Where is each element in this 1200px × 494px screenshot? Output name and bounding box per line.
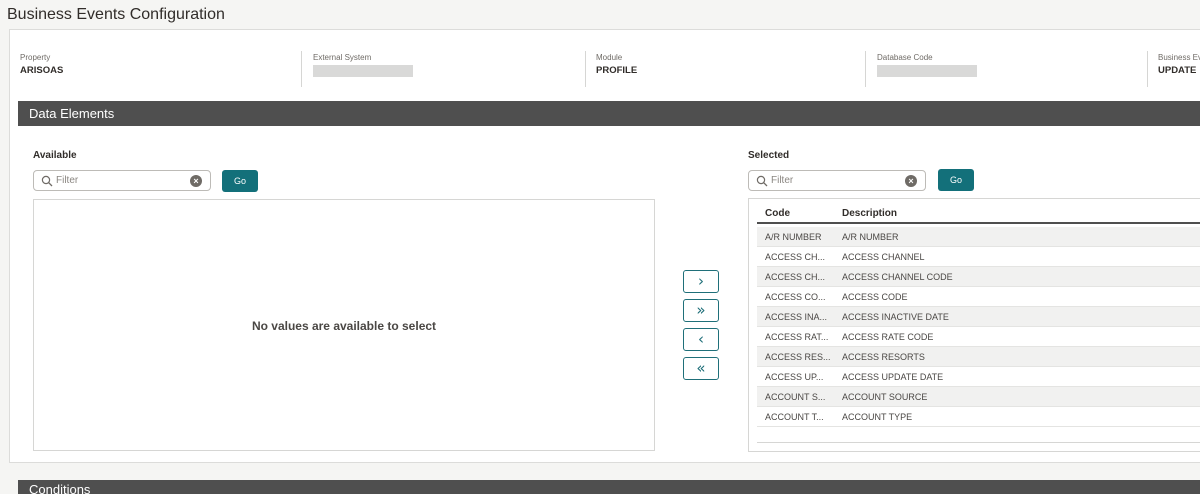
- divider: [585, 51, 586, 87]
- selected-go-button[interactable]: Go: [938, 169, 974, 191]
- info-value: UPDATE: [1158, 65, 1197, 76]
- clear-icon[interactable]: ×: [190, 175, 202, 187]
- table-header: Code Description: [757, 205, 1200, 224]
- cell-code: ACCESS UP...: [765, 372, 824, 382]
- info-external-system: External System: [313, 53, 413, 87]
- conditions-header: Conditions: [18, 480, 1200, 494]
- selected-label: Selected: [748, 150, 790, 161]
- info-value-placeholder: [877, 65, 977, 77]
- cell-code: ACCESS CO...: [765, 292, 826, 302]
- available-filter: ×: [33, 170, 211, 191]
- table-bottom-border: [757, 442, 1200, 443]
- table-row[interactable]: ACCESS CH... ACCESS CHANNEL: [757, 247, 1200, 267]
- cell-description: ACCOUNT TYPE: [842, 412, 913, 422]
- column-header-code[interactable]: Code: [765, 208, 790, 219]
- info-database-code: Database Code: [877, 53, 977, 87]
- table-row[interactable]: ACCOUNT S... ACCOUNT SOURCE: [757, 387, 1200, 407]
- remove-all-button[interactable]: «: [683, 357, 719, 380]
- info-label: Property: [20, 53, 51, 62]
- data-elements-header: Data Elements: [18, 101, 1200, 126]
- move-one-button[interactable]: ›: [683, 270, 719, 293]
- empty-message: No values are available to select: [251, 319, 437, 333]
- info-label: Module: [596, 53, 623, 62]
- table-row[interactable]: A/R NUMBER A/R NUMBER: [757, 227, 1200, 247]
- selected-filter: ×: [748, 170, 926, 191]
- remove-one-button[interactable]: ‹: [683, 328, 719, 351]
- info-value-placeholder: [313, 65, 413, 77]
- column-header-description[interactable]: Description: [842, 208, 897, 219]
- cell-description: ACCESS RATE CODE: [842, 332, 934, 342]
- cell-code: ACCOUNT S...: [765, 392, 826, 402]
- cell-description: ACCESS CHANNEL: [842, 252, 925, 262]
- info-label: Business Ev: [1158, 53, 1200, 62]
- selected-filter-input[interactable]: [771, 173, 891, 188]
- table-row[interactable]: ACCOUNT T... ACCOUNT TYPE: [757, 407, 1200, 427]
- available-filter-input[interactable]: [56, 173, 176, 188]
- search-icon: [756, 175, 768, 187]
- cell-code: ACCESS RES...: [765, 352, 831, 362]
- divider: [865, 51, 866, 87]
- search-icon: [41, 175, 53, 187]
- table-row[interactable]: ACCESS CH... ACCESS CHANNEL CODE: [757, 267, 1200, 287]
- info-module: Module PROFILE: [596, 53, 637, 87]
- cell-description: ACCESS INACTIVE DATE: [842, 312, 949, 322]
- table-row[interactable]: ACCESS CO... ACCESS CODE: [757, 287, 1200, 307]
- clear-icon[interactable]: ×: [905, 175, 917, 187]
- cell-code: ACCESS CH...: [765, 272, 826, 282]
- cell-description: ACCOUNT SOURCE: [842, 392, 928, 402]
- cell-code: A/R NUMBER: [765, 232, 822, 242]
- table-row[interactable]: ACCESS RAT... ACCESS RATE CODE: [757, 327, 1200, 347]
- cell-code: ACCESS INA...: [765, 312, 828, 322]
- cell-code: ACCOUNT T...: [765, 412, 824, 422]
- info-value: PROFILE: [596, 65, 638, 76]
- cell-description: ACCESS CODE: [842, 292, 908, 302]
- divider: [1147, 51, 1148, 87]
- info-row: Property ARISOAS External System Module …: [10, 30, 1200, 102]
- table-row[interactable]: ACCESS RES... ACCESS RESORTS: [757, 347, 1200, 367]
- cell-description: ACCESS RESORTS: [842, 352, 925, 362]
- selected-table: Code Description A/R NUMBER A/R NUMBER AC…: [748, 198, 1200, 452]
- cell-code: ACCESS RAT...: [765, 332, 829, 342]
- cell-description: ACCESS CHANNEL CODE: [842, 272, 953, 282]
- info-business-event: Business Ev UPDATE: [1158, 53, 1200, 87]
- divider: [301, 51, 302, 87]
- info-label: Database Code: [877, 53, 933, 62]
- available-label: Available: [33, 150, 77, 161]
- table-row[interactable]: ACCESS INA... ACCESS INACTIVE DATE: [757, 307, 1200, 327]
- cell-description: ACCESS UPDATE DATE: [842, 372, 944, 382]
- info-property: Property ARISOAS: [20, 53, 63, 87]
- available-list[interactable]: No values are available to select: [33, 199, 655, 451]
- info-value: ARISOAS: [20, 65, 64, 76]
- available-go-button[interactable]: Go: [222, 170, 258, 192]
- cell-code: ACCESS CH...: [765, 252, 826, 262]
- cell-description: A/R NUMBER: [842, 232, 899, 242]
- table-row[interactable]: ACCESS UP... ACCESS UPDATE DATE: [757, 367, 1200, 387]
- page-title: Business Events Configuration: [7, 6, 225, 23]
- move-all-button[interactable]: »: [683, 299, 719, 322]
- info-label: External System: [313, 53, 372, 62]
